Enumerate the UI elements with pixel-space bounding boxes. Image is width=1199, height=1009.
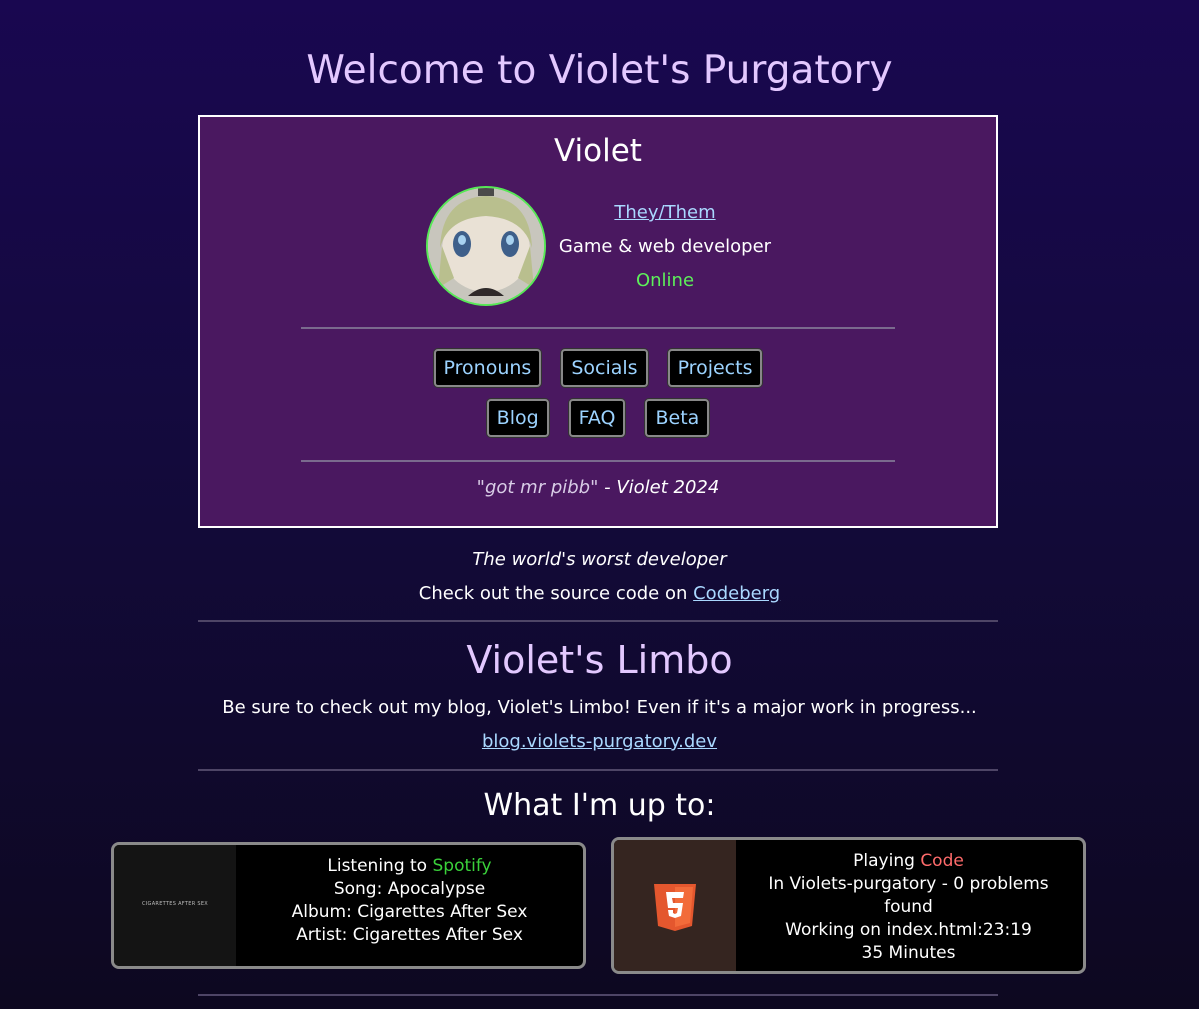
code-activity-card: Playing Code In Violets-purgatory - 0 pr… bbox=[611, 837, 1086, 974]
divider bbox=[301, 327, 895, 329]
pronouns-link[interactable]: They/Them bbox=[614, 202, 715, 223]
blog-title: Violet's Limbo bbox=[466, 638, 733, 682]
artist-text: Artist: Cigarettes After Sex bbox=[296, 925, 523, 945]
profile-info: They/Them Game & web developer Online bbox=[540, 201, 790, 303]
section-divider bbox=[198, 620, 998, 622]
profile-name: Violet bbox=[554, 133, 642, 169]
quote-author: - Violet 2024 bbox=[598, 477, 720, 498]
avatar bbox=[426, 186, 546, 306]
status-text: Online bbox=[635, 270, 695, 291]
spotify-activity-card: CIGARETTES AFTER SEX Listening to Spotif… bbox=[111, 842, 586, 969]
file-text: Working on index.html:23:19 bbox=[785, 920, 1032, 940]
tagline: The world's worst developer bbox=[472, 549, 727, 570]
blog-link[interactable]: blog.violets-purgatory.dev bbox=[482, 731, 717, 752]
duration-text: 35 Minutes bbox=[861, 943, 956, 963]
playing-prefix: Playing bbox=[853, 851, 921, 871]
role-text: Game & web developer bbox=[558, 236, 772, 257]
blog-description: Be sure to check out my blog, Violet's L… bbox=[222, 697, 977, 718]
code-activity-text: Playing Code In Violets-purgatory - 0 pr… bbox=[744, 850, 1073, 965]
page-title: Welcome to Violet's Purgatory bbox=[306, 48, 893, 93]
source-prefix: Check out the source code on bbox=[418, 583, 694, 604]
avatar-image bbox=[428, 188, 544, 304]
quote-text: "got mr pibb" bbox=[476, 477, 599, 498]
quote: "got mr pibb" - Violet 2024 bbox=[200, 477, 996, 498]
album-art: CIGARETTES AFTER SEX bbox=[114, 845, 236, 966]
album-text: Album: Cigarettes After Sex bbox=[291, 902, 528, 922]
nav-button-blog[interactable]: Blog bbox=[486, 399, 549, 437]
activity-title: What I'm up to: bbox=[483, 788, 716, 823]
blog-link-row: blog.violets-purgatory.dev bbox=[0, 731, 1199, 752]
spotify-app-name: Spotify bbox=[432, 856, 492, 876]
workspace-text: In Violets-purgatory - 0 problems found bbox=[768, 874, 1049, 917]
codeberg-link[interactable]: Codeberg bbox=[693, 583, 780, 604]
nav-button-faq[interactable]: FAQ bbox=[568, 399, 626, 437]
section-divider bbox=[198, 994, 998, 996]
nav-button-socials[interactable]: Socials bbox=[561, 349, 648, 387]
song-text: Song: Apocalypse bbox=[333, 879, 486, 899]
nav-button-projects[interactable]: Projects bbox=[667, 349, 763, 387]
nav-button-pronouns[interactable]: Pronouns bbox=[433, 349, 542, 387]
profile-card: Violet They/Them Game & web developer On… bbox=[198, 115, 998, 528]
section-divider bbox=[198, 769, 998, 771]
spotify-activity-text: Listening to Spotify Song: Apocalypse Al… bbox=[236, 855, 583, 947]
nav-row-1: Pronouns Socials Projects bbox=[200, 349, 996, 387]
code-art bbox=[614, 840, 736, 971]
divider bbox=[301, 460, 895, 462]
nav-row-2: Blog FAQ Beta bbox=[200, 399, 996, 437]
album-art-text: CIGARETTES AFTER SEX bbox=[141, 901, 209, 907]
source-line: Check out the source code on Codeberg bbox=[0, 583, 1199, 604]
nav-button-beta[interactable]: Beta bbox=[645, 399, 710, 437]
code-app-name: Code bbox=[920, 851, 964, 871]
html5-icon bbox=[654, 884, 696, 931]
listening-prefix: Listening to bbox=[327, 856, 433, 876]
